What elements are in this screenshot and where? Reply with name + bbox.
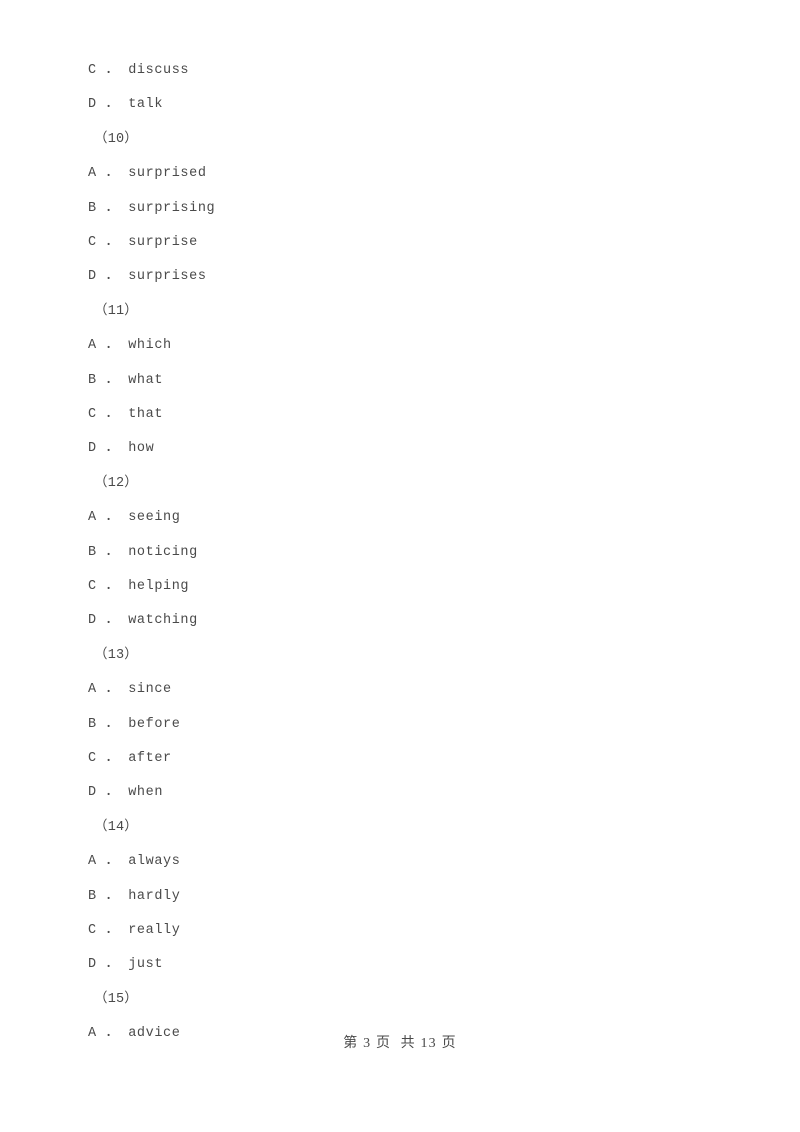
answer-option: D ． talk bbox=[0, 88, 800, 122]
option-text: hardly bbox=[128, 888, 181, 904]
option-text: before bbox=[128, 716, 181, 732]
option-letter: B bbox=[88, 716, 97, 732]
option-letter: A bbox=[88, 166, 97, 182]
option-text: surprises bbox=[128, 269, 207, 285]
answer-option: A ． since bbox=[0, 673, 800, 707]
question-number: （10） bbox=[94, 131, 139, 147]
option-letter: A bbox=[88, 510, 97, 526]
answer-option: A ． which bbox=[0, 329, 800, 363]
option-text: which bbox=[128, 338, 172, 354]
option-text: surprising bbox=[128, 200, 216, 216]
option-separator: ． bbox=[96, 510, 129, 526]
option-letter: B bbox=[88, 200, 97, 216]
question-number: （13） bbox=[94, 647, 139, 663]
option-separator: ． bbox=[96, 923, 129, 938]
option-separator: ． bbox=[96, 235, 129, 250]
answer-option: C ． after bbox=[0, 742, 800, 776]
answer-option: C ． that bbox=[0, 398, 800, 432]
option-letter: D bbox=[88, 613, 97, 629]
option-text: after bbox=[128, 751, 172, 766]
option-letter: D bbox=[88, 97, 97, 113]
option-separator: ． bbox=[96, 269, 129, 285]
answer-option: C ． surprise bbox=[0, 226, 800, 260]
question-number: （11） bbox=[94, 303, 139, 319]
option-separator: ． bbox=[96, 372, 129, 388]
option-letter: D bbox=[88, 441, 97, 457]
option-letter: C bbox=[88, 407, 97, 422]
option-letter: C bbox=[88, 63, 97, 78]
answer-option: A ． seeing bbox=[0, 501, 800, 535]
question-number: （14） bbox=[94, 819, 139, 835]
answer-option: A ． always bbox=[0, 845, 800, 879]
option-text: talk bbox=[128, 97, 164, 113]
answer-option: B ． before bbox=[0, 708, 800, 742]
option-separator: ． bbox=[96, 682, 129, 698]
answer-option: A ． surprised bbox=[0, 157, 800, 191]
answer-option: C ． discuss bbox=[0, 54, 800, 88]
option-text: noticing bbox=[128, 544, 198, 560]
answer-option: B ． what bbox=[0, 364, 800, 398]
option-text: helping bbox=[128, 579, 190, 594]
answer-option: B ． surprising bbox=[0, 192, 800, 226]
option-text: what bbox=[128, 372, 164, 388]
option-text: always bbox=[128, 854, 181, 870]
option-text: discuss bbox=[128, 63, 190, 78]
option-separator: ． bbox=[96, 166, 129, 182]
page-footer: 第 3 页 共 13 页 bbox=[343, 1036, 457, 1051]
option-separator: ． bbox=[96, 97, 129, 113]
option-separator: ． bbox=[96, 338, 129, 354]
option-letter: D bbox=[88, 785, 97, 801]
option-separator: ． bbox=[96, 716, 129, 732]
answer-option: D ． just bbox=[0, 948, 800, 982]
option-separator: ． bbox=[96, 785, 129, 801]
option-separator: ． bbox=[96, 441, 129, 457]
question-number: （15） bbox=[94, 991, 139, 1007]
option-separator: ． bbox=[96, 751, 129, 766]
answer-option: B ． hardly bbox=[0, 880, 800, 914]
option-text: that bbox=[128, 407, 164, 422]
option-separator: ． bbox=[96, 888, 129, 904]
option-separator: ． bbox=[96, 200, 129, 216]
answer-option: B ． noticing bbox=[0, 536, 800, 570]
answer-option: D ． watching bbox=[0, 604, 800, 638]
option-separator: ． bbox=[96, 544, 129, 560]
option-separator: ． bbox=[96, 407, 129, 422]
option-text: watching bbox=[128, 613, 198, 629]
option-separator: ． bbox=[96, 957, 129, 973]
option-letter: A bbox=[88, 338, 97, 354]
option-letter: C bbox=[88, 923, 97, 938]
option-letter: B bbox=[88, 372, 97, 388]
answer-option: D ． when bbox=[0, 776, 800, 810]
question-number: （12） bbox=[94, 475, 139, 491]
option-letter: C bbox=[88, 751, 97, 766]
answer-option: D ． surprises bbox=[0, 260, 800, 294]
option-letter: C bbox=[88, 235, 97, 250]
option-letter: C bbox=[88, 579, 97, 594]
option-text: surprise bbox=[128, 235, 198, 250]
option-letter: D bbox=[88, 269, 97, 285]
document-page: C ． discuss D ． talk （10） A ． surprised B ． … bbox=[0, 0, 800, 1132]
option-letter: B bbox=[88, 888, 97, 904]
answer-option: D ． how bbox=[0, 432, 800, 466]
option-separator: ． bbox=[96, 854, 129, 870]
option-text: seeing bbox=[128, 510, 181, 526]
option-letter: B bbox=[88, 544, 97, 560]
option-separator: ． bbox=[96, 613, 129, 629]
option-separator: ． bbox=[96, 63, 129, 78]
answer-option: C ． helping bbox=[0, 570, 800, 604]
option-text: surprised bbox=[128, 166, 207, 182]
option-text: how bbox=[128, 441, 155, 457]
option-letter: D bbox=[88, 957, 97, 973]
option-text: since bbox=[128, 682, 172, 698]
option-letter: A bbox=[88, 682, 97, 698]
option-text: when bbox=[128, 785, 164, 801]
option-text: just bbox=[128, 957, 164, 973]
option-text: really bbox=[128, 923, 181, 938]
answer-option: C ． really bbox=[0, 914, 800, 948]
option-letter: A bbox=[88, 854, 97, 870]
option-separator: ． bbox=[96, 579, 129, 594]
